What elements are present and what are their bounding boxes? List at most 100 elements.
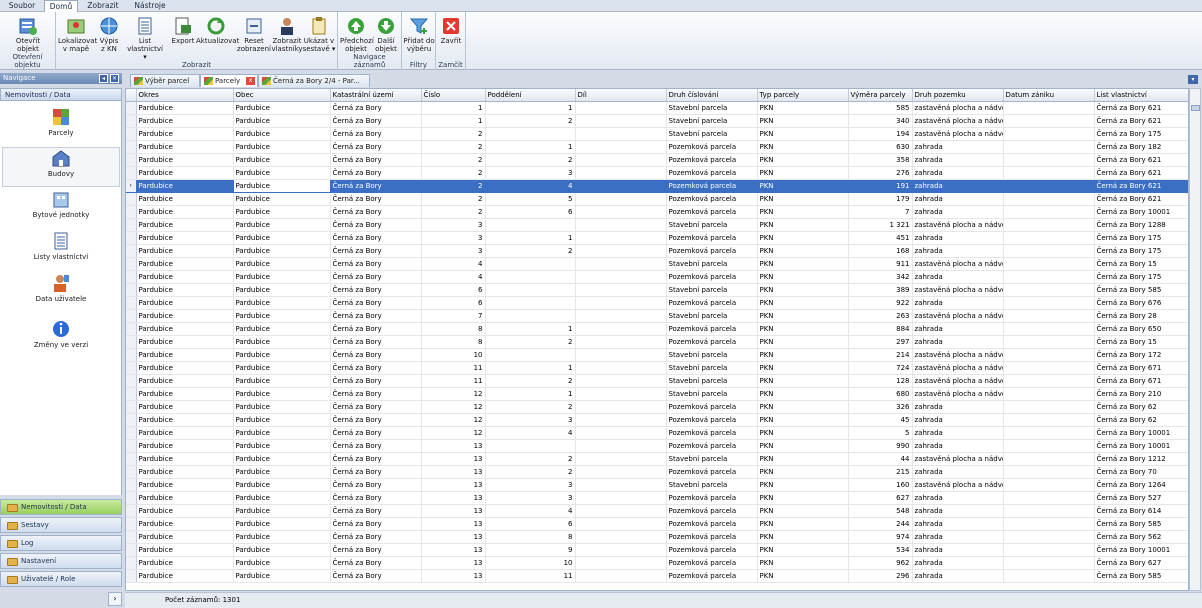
table-cell[interactable]: 4 xyxy=(485,504,576,518)
table-cell[interactable] xyxy=(1003,478,1095,492)
table-cell[interactable]: zahrada xyxy=(912,426,1004,440)
table-cell[interactable]: Pardubice xyxy=(136,348,234,362)
table-cell[interactable]: Černá za Bory xyxy=(330,374,422,388)
table-cell[interactable]: 11 xyxy=(421,361,486,375)
row-indicator[interactable] xyxy=(126,335,137,349)
table-cell[interactable] xyxy=(575,361,667,375)
row-indicator[interactable] xyxy=(126,166,137,180)
table-cell[interactable]: PKN xyxy=(757,140,849,154)
table-cell[interactable] xyxy=(575,504,667,518)
table-cell[interactable]: 1 xyxy=(485,101,576,115)
table-cell[interactable]: Černá za Bory xyxy=(330,361,422,375)
table-cell[interactable]: zastavěná plocha a nádvoří xyxy=(912,374,1004,388)
table-cell[interactable]: Pardubice xyxy=(136,504,234,518)
table-row[interactable]: Pardubice Pardubice Černá za Bory 3 1 Pozemko… xyxy=(126,231,1188,245)
row-indicator[interactable] xyxy=(126,192,137,206)
table-cell[interactable]: Pardubice xyxy=(233,335,331,349)
table-cell[interactable] xyxy=(1003,491,1095,505)
table-cell[interactable]: Černá za Bory 10001 xyxy=(1094,543,1188,557)
table-cell[interactable]: Pardubice xyxy=(136,231,234,245)
table-cell[interactable] xyxy=(575,166,667,180)
table-cell[interactable]: Černá za Bory 1212 xyxy=(1094,452,1188,466)
table-cell[interactable]: 13 xyxy=(421,569,486,583)
table-cell[interactable]: 1 xyxy=(485,322,576,336)
row-indicator[interactable] xyxy=(126,153,137,167)
table-row[interactable]: Pardubice Pardubice Černá za Bory 6 Stavební… xyxy=(126,283,1188,297)
table-cell[interactable]: 3 xyxy=(421,244,486,258)
table-cell[interactable] xyxy=(575,322,667,336)
table-row[interactable]: Pardubice Pardubice Černá za Bory 10 Stavebn… xyxy=(126,348,1188,362)
table-row[interactable]: Pardubice Pardubice Černá za Bory 13 9 Pozemk… xyxy=(126,543,1188,557)
table-cell[interactable]: Stavební parcela xyxy=(666,101,758,115)
table-cell[interactable] xyxy=(575,114,667,128)
previous-object-button[interactable]: Předchozí objekt xyxy=(340,14,374,58)
table-cell[interactable]: Černá za Bory xyxy=(330,166,422,180)
table-cell[interactable] xyxy=(575,192,667,206)
table-cell[interactable]: Černá za Bory 527 xyxy=(1094,491,1188,505)
table-cell[interactable]: PKN xyxy=(757,114,849,128)
table-cell[interactable] xyxy=(1003,257,1095,271)
table-cell[interactable]: Pardubice xyxy=(136,296,234,310)
row-indicator[interactable] xyxy=(126,283,137,297)
table-cell[interactable]: PKN xyxy=(757,244,849,258)
table-cell[interactable]: Stavební parcela xyxy=(666,387,758,401)
tab-cerna-za-bory[interactable]: Černá za Bory 2/4 - Par... xyxy=(258,74,370,87)
table-row[interactable]: Pardubice Pardubice Černá za Bory 8 1 Pozemko… xyxy=(126,322,1188,336)
table-cell[interactable]: Černá za Bory xyxy=(330,296,422,310)
table-cell[interactable]: 358 xyxy=(848,153,913,167)
table-cell[interactable]: Černá za Bory 10001 xyxy=(1094,205,1188,219)
table-cell[interactable] xyxy=(575,400,667,414)
table-cell[interactable] xyxy=(1003,543,1095,557)
table-cell[interactable]: 4 xyxy=(485,179,576,193)
table-cell[interactable]: 1 xyxy=(421,101,486,115)
table-cell[interactable] xyxy=(1003,374,1095,388)
table-cell[interactable]: Černá za Bory 621 xyxy=(1094,179,1188,193)
table-cell[interactable]: Pardubice xyxy=(136,192,234,206)
table-cell[interactable]: 3 xyxy=(421,231,486,245)
table-cell[interactable]: Pardubice xyxy=(233,478,331,492)
table-row[interactable]: › Pardubice Pardubice Černá za Bory 2 4 Pozemk… xyxy=(126,179,1188,193)
table-cell[interactable]: 13 xyxy=(421,543,486,557)
table-cell[interactable] xyxy=(1003,439,1095,453)
table-cell[interactable]: Pardubice xyxy=(136,270,234,284)
row-indicator[interactable] xyxy=(126,543,137,557)
table-cell[interactable] xyxy=(1003,556,1095,570)
table-cell[interactable]: Černá za Bory xyxy=(330,387,422,401)
table-cell[interactable] xyxy=(1003,322,1095,336)
table-cell[interactable]: 2 xyxy=(485,465,576,479)
table-cell[interactable]: Černá za Bory 671 xyxy=(1094,374,1188,388)
table-cell[interactable]: 191 xyxy=(848,179,913,193)
table-cell[interactable]: Pardubice xyxy=(233,257,331,271)
navbar-nastaveni[interactable]: Nastavení xyxy=(0,553,122,569)
table-cell[interactable] xyxy=(575,153,667,167)
table-cell[interactable]: 194 xyxy=(848,127,913,141)
table-cell[interactable]: Pozemková parcela xyxy=(666,140,758,154)
table-cell[interactable]: 2 xyxy=(421,205,486,219)
table-cell[interactable] xyxy=(575,127,667,141)
reset-view-button[interactable]: Reset zobrazení xyxy=(236,14,272,58)
table-cell[interactable] xyxy=(1003,426,1095,440)
table-row[interactable]: Pardubice Pardubice Černá za Bory 4 Stavební… xyxy=(126,257,1188,271)
table-cell[interactable]: Pardubice xyxy=(136,101,234,115)
table-row[interactable]: Pardubice Pardubice Černá za Bory 13 3 Staveb… xyxy=(126,478,1188,492)
table-row[interactable]: Pardubice Pardubice Černá za Bory 12 2 Pozemk… xyxy=(126,400,1188,414)
row-indicator[interactable] xyxy=(126,205,137,219)
table-cell[interactable]: Stavební parcela xyxy=(666,361,758,375)
table-cell[interactable]: Pardubice xyxy=(136,283,234,297)
table-cell[interactable]: Černá za Bory xyxy=(330,244,422,258)
table-cell[interactable]: 3 xyxy=(485,478,576,492)
table-cell[interactable]: Černá za Bory xyxy=(330,543,422,557)
table-cell[interactable]: Pozemková parcela xyxy=(666,491,758,505)
table-cell[interactable]: Pozemková parcela xyxy=(666,569,758,583)
table-cell[interactable]: 962 xyxy=(848,556,913,570)
row-indicator[interactable] xyxy=(126,517,137,531)
table-cell[interactable]: Pardubice xyxy=(136,140,234,154)
table-cell[interactable] xyxy=(575,140,667,154)
row-indicator[interactable] xyxy=(126,556,137,570)
table-cell[interactable]: zastavěná plocha a nádvoří xyxy=(912,283,1004,297)
table-row[interactable]: Pardubice Pardubice Černá za Bory 13 11 Pozem… xyxy=(126,569,1188,583)
table-cell[interactable]: Pardubice xyxy=(233,296,331,310)
table-cell[interactable]: PKN xyxy=(757,309,849,323)
table-cell[interactable] xyxy=(575,296,667,310)
table-row[interactable]: Pardubice Pardubice Černá za Bory 13 8 Pozemk… xyxy=(126,530,1188,544)
